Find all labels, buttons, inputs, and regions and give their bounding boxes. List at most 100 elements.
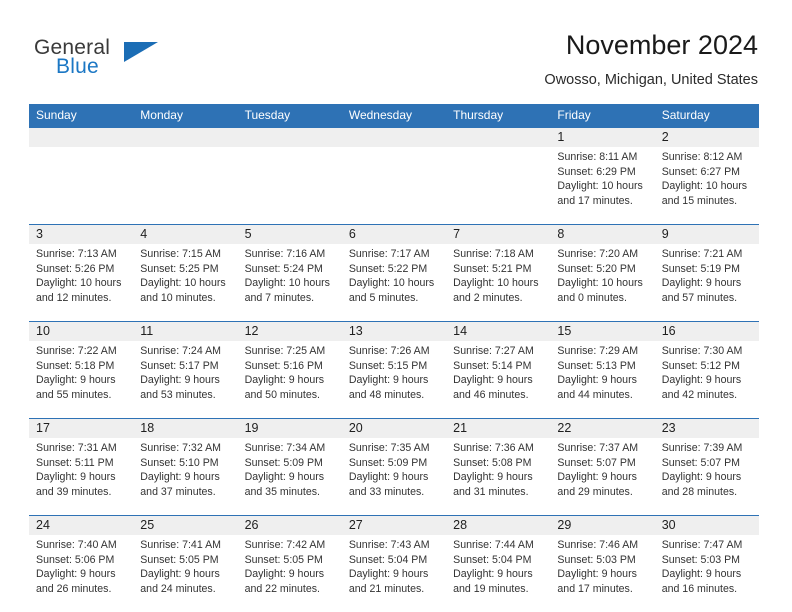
sunrise-text: Sunrise: 7:29 AM [557,345,639,357]
sunrise-text: Sunrise: 8:12 AM [661,151,743,163]
sunrise-text: Sunrise: 7:20 AM [557,248,639,260]
day-cell[interactable] [237,147,342,225]
day-cell[interactable]: Sunrise: 7:30 AM Sunset: 5:12 PM Dayligh… [654,341,759,419]
day-cell[interactable]: Sunrise: 7:18 AM Sunset: 5:21 PM Dayligh… [446,244,551,322]
day-number: 14 [446,321,551,341]
day-cell[interactable] [29,147,134,225]
daylight-text-line1: Daylight: 9 hours [244,374,325,387]
day-number: 24 [29,515,134,535]
daylight-text-line2: and 39 minutes. [36,485,112,498]
day-number: 29 [550,515,655,535]
day-number: 25 [133,515,238,535]
daylight-text-line2: and 50 minutes. [244,388,320,401]
day-cell[interactable]: Sunrise: 7:36 AM Sunset: 5:08 PM Dayligh… [446,438,551,516]
day-cell[interactable]: Sunrise: 7:15 AM Sunset: 5:25 PM Dayligh… [133,244,238,322]
day-number: 27 [341,515,447,535]
daylight-text-line1: Daylight: 9 hours [661,568,742,581]
day-cell[interactable] [133,147,238,225]
day-cell[interactable]: Sunrise: 7:43 AM Sunset: 5:04 PM Dayligh… [341,535,447,612]
day-cell[interactable]: Sunrise: 7:24 AM Sunset: 5:17 PM Dayligh… [133,341,238,419]
day-cell[interactable]: Sunrise: 7:21 AM Sunset: 5:19 PM Dayligh… [654,244,759,322]
sunset-text: Sunset: 5:05 PM [244,553,323,566]
day-number: 23 [654,418,759,438]
sunset-text: Sunset: 5:04 PM [348,553,428,566]
sunset-text: Sunset: 5:16 PM [244,359,323,372]
sunrise-text: Sunrise: 7:24 AM [140,345,221,357]
daylight-text-line1: Daylight: 10 hours [453,277,539,290]
daylight-text-line2: and 53 minutes. [140,388,216,401]
week-detail-row: Sunrise: 7:40 AM Sunset: 5:06 PM Dayligh… [29,535,759,612]
sunrise-text: Sunrise: 7:16 AM [244,248,326,260]
day-number: 13 [341,321,447,341]
daylight-text-line2: and 17 minutes. [557,582,633,595]
day-cell[interactable]: Sunrise: 7:17 AM Sunset: 5:22 PM Dayligh… [341,244,447,322]
day-cell[interactable]: Sunrise: 7:13 AM Sunset: 5:26 PM Dayligh… [29,244,134,322]
sunset-text: Sunset: 5:03 PM [661,553,741,566]
day-number: 21 [446,418,551,438]
daylight-text-line1: Daylight: 9 hours [140,374,220,387]
daylight-text-line2: and 46 minutes. [453,388,529,401]
daylight-text-line1: Daylight: 9 hours [348,374,429,387]
day-cell[interactable]: Sunrise: 7:40 AM Sunset: 5:06 PM Dayligh… [29,535,134,612]
day-cell[interactable]: Sunrise: 7:39 AM Sunset: 5:07 PM Dayligh… [654,438,759,516]
daylight-text-line1: Daylight: 9 hours [244,471,325,484]
sunrise-text: Sunrise: 7:39 AM [661,442,743,454]
weekday-header-sunday: Sunday [29,104,134,128]
day-cell[interactable] [341,147,447,225]
day-number [133,127,238,147]
sunset-text: Sunset: 5:17 PM [140,359,219,372]
sunrise-text: Sunrise: 7:37 AM [557,442,639,454]
sunrise-text: Sunrise: 8:11 AM [557,151,638,163]
daylight-text-line1: Daylight: 9 hours [36,471,116,484]
day-cell[interactable]: Sunrise: 7:41 AM Sunset: 5:05 PM Dayligh… [133,535,238,612]
sunrise-text: Sunrise: 7:46 AM [557,539,639,551]
daylight-text-line1: Daylight: 9 hours [453,568,533,581]
day-cell[interactable]: Sunrise: 7:31 AM Sunset: 5:11 PM Dayligh… [29,438,134,516]
day-cell[interactable] [446,147,551,225]
day-cell[interactable]: Sunrise: 7:34 AM Sunset: 5:09 PM Dayligh… [237,438,342,516]
day-cell[interactable]: Sunrise: 7:25 AM Sunset: 5:16 PM Dayligh… [237,341,342,419]
weekday-header-monday: Monday [133,104,238,128]
day-number: 2 [654,127,759,147]
day-cell[interactable]: Sunrise: 7:26 AM Sunset: 5:15 PM Dayligh… [341,341,447,419]
daylight-text-line1: Daylight: 9 hours [661,374,742,387]
sunrise-text: Sunrise: 7:44 AM [453,539,534,551]
day-number: 18 [133,418,238,438]
day-cell[interactable]: Sunrise: 8:12 AM Sunset: 6:27 PM Dayligh… [654,147,759,225]
day-cell[interactable]: Sunrise: 7:46 AM Sunset: 5:03 PM Dayligh… [550,535,655,612]
day-cell[interactable]: Sunrise: 7:20 AM Sunset: 5:20 PM Dayligh… [550,244,655,322]
sunrise-text: Sunrise: 7:40 AM [36,539,117,551]
sunrise-text: Sunrise: 7:13 AM [36,248,117,260]
sunset-text: Sunset: 5:06 PM [36,553,115,566]
day-cell[interactable]: Sunrise: 7:29 AM Sunset: 5:13 PM Dayligh… [550,341,655,419]
daylight-text-line2: and 19 minutes. [453,582,529,595]
day-cell[interactable]: Sunrise: 7:16 AM Sunset: 5:24 PM Dayligh… [237,244,342,322]
day-cell[interactable]: Sunrise: 7:47 AM Sunset: 5:03 PM Dayligh… [654,535,759,612]
sunrise-text: Sunrise: 7:21 AM [661,248,743,260]
daylight-text-line1: Daylight: 9 hours [453,471,533,484]
daylight-text-line2: and 35 minutes. [244,485,320,498]
daylight-text-line1: Daylight: 10 hours [244,277,330,290]
sunrise-text: Sunrise: 7:43 AM [348,539,430,551]
sunset-text: Sunset: 6:27 PM [661,165,741,178]
day-cell[interactable]: Sunrise: 7:27 AM Sunset: 5:14 PM Dayligh… [446,341,551,419]
day-cell[interactable]: Sunrise: 7:35 AM Sunset: 5:09 PM Dayligh… [341,438,447,516]
day-cell[interactable]: Sunrise: 7:42 AM Sunset: 5:05 PM Dayligh… [237,535,342,612]
day-cell[interactable]: Sunrise: 7:22 AM Sunset: 5:18 PM Dayligh… [29,341,134,419]
day-cell[interactable]: Sunrise: 7:32 AM Sunset: 5:10 PM Dayligh… [133,438,238,516]
day-number: 8 [550,224,655,244]
daylight-text-line1: Daylight: 9 hours [140,568,220,581]
sunrise-text: Sunrise: 7:15 AM [140,248,221,260]
day-cell[interactable]: Sunrise: 7:37 AM Sunset: 5:07 PM Dayligh… [550,438,655,516]
day-cell[interactable]: Sunrise: 8:11 AM Sunset: 6:29 PM Dayligh… [550,147,655,225]
title-block: November 2024 Owosso, Michigan, United S… [544,28,758,89]
day-number: 28 [446,515,551,535]
daylight-text-line2: and 5 minutes. [348,291,419,304]
sunrise-text: Sunrise: 7:41 AM [140,539,221,551]
daylight-text-line1: Daylight: 9 hours [348,471,429,484]
day-cell[interactable]: Sunrise: 7:44 AM Sunset: 5:04 PM Dayligh… [446,535,551,612]
sunrise-text: Sunrise: 7:26 AM [348,345,430,357]
calendar-page: General Blue November 2024 Owosso, Michi… [0,0,792,612]
brand-logo[interactable]: General Blue [34,36,264,88]
sunrise-text: Sunrise: 7:34 AM [244,442,326,454]
